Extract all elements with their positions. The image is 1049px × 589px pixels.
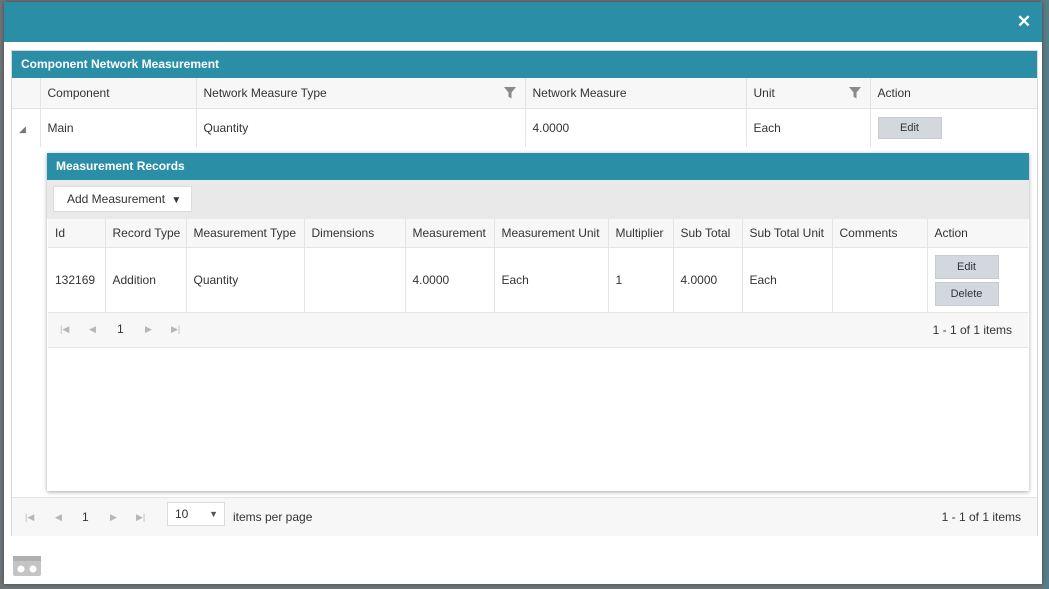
unit-cell: Each — [745, 108, 870, 147]
measurement-cell: 4.0000 — [404, 247, 494, 313]
detail-title: Measurement Records — [47, 153, 1029, 180]
column-header-id[interactable]: Id — [48, 219, 105, 248]
column-header-multiplier[interactable]: Multiplier — [607, 219, 673, 248]
page-size-select[interactable]: 10 ▼ — [167, 502, 225, 526]
column-header-action: Action — [869, 78, 1037, 109]
close-icon[interactable]: ✕ — [1014, 12, 1034, 32]
sub-total-unit-cell: Each — [741, 247, 832, 313]
grid-header-row: Id Record Type Measurement Type Dimensio… — [48, 219, 1028, 248]
edit-button[interactable]: Edit — [934, 254, 999, 279]
component-grid: Component Network Measure Type Network M… — [12, 78, 1037, 147]
component-network-measurement-panel: Component Network Measurement Component … — [11, 50, 1038, 536]
record-type-cell: Addition — [104, 247, 186, 313]
column-header-dimensions[interactable]: Dimensions — [303, 219, 405, 248]
expand-cell[interactable]: ◢ — [12, 109, 40, 148]
page-number[interactable]: 1 — [82, 510, 89, 524]
sub-total-cell: 4.0000 — [672, 247, 742, 313]
detail-toolbar: Add Measurement ▼ — [47, 180, 1029, 219]
last-page-icon[interactable]: ▶| — [136, 512, 145, 523]
pager-info: 1 - 1 of 1 items — [932, 323, 1012, 337]
column-header-component[interactable]: Component — [39, 78, 196, 109]
column-header-network-measure[interactable]: Network Measure — [524, 78, 746, 109]
component-cell: Main — [39, 108, 196, 147]
table-row: ◢ Main Quantity 4.0000 Each Edit — [12, 108, 1037, 148]
first-page-icon[interactable]: |◀ — [60, 324, 69, 335]
column-header-network-measure-type[interactable]: Network Measure Type — [195, 78, 525, 109]
comments-cell — [831, 247, 927, 313]
expand-column-header — [12, 78, 40, 109]
filter-icon[interactable] — [503, 86, 517, 100]
column-header-comments[interactable]: Comments — [831, 219, 927, 248]
measurement-grid-wrapper: Id Record Type Measurement Type Dimensio… — [48, 219, 1028, 348]
multiplier-cell: 1 — [607, 247, 673, 313]
prev-page-icon[interactable]: ◀ — [89, 324, 96, 335]
measurement-grid: Id Record Type Measurement Type Dimensio… — [48, 219, 1028, 313]
edit-button[interactable]: Edit — [877, 117, 942, 139]
caret-down-icon: ▼ — [209, 509, 218, 519]
prev-page-icon[interactable]: ◀ — [55, 512, 62, 523]
first-page-icon[interactable]: |◀ — [25, 512, 34, 523]
caret-down-icon: ▼ — [171, 195, 182, 206]
column-header-record-type[interactable]: Record Type — [104, 219, 186, 248]
column-header-measurement[interactable]: Measurement — [404, 219, 494, 248]
add-measurement-button[interactable]: Add Measurement ▼ — [53, 186, 193, 212]
grid-header-row: Component Network Measure Type Network M… — [12, 78, 1037, 109]
last-page-icon[interactable]: ▶| — [171, 324, 180, 335]
toolbar-icon[interactable] — [12, 555, 42, 577]
column-header-measurement-unit[interactable]: Measurement Unit — [493, 219, 608, 248]
items-per-page-label: items per page — [233, 510, 313, 524]
panel-title: Component Network Measurement — [12, 51, 1037, 78]
network-measure-cell: 4.0000 — [524, 108, 746, 147]
action-cell: Edit — [869, 108, 1037, 147]
measurement-records-panel: Measurement Records Add Measurement ▼ Id… — [47, 153, 1029, 491]
measure-type-cell: Quantity — [195, 108, 525, 147]
dimensions-cell — [303, 247, 405, 313]
detail-pager: |◀ ◀ 1 ▶ ▶| 1 - 1 of 1 items — [48, 313, 1028, 348]
collapse-arrow-icon[interactable]: ◢ — [19, 124, 26, 134]
table-row: 132169 Addition Quantity 4.0000 Each 1 4… — [48, 247, 1028, 313]
column-header-sub-total[interactable]: Sub Total — [672, 219, 742, 248]
outer-pager: |◀ ◀ 1 ▶ ▶| 10 ▼ items per page 1 - 1 of… — [12, 497, 1037, 536]
next-page-icon[interactable]: ▶ — [145, 324, 152, 335]
pager-info: 1 - 1 of 1 items — [941, 510, 1021, 524]
column-header-measurement-type[interactable]: Measurement Type — [185, 219, 304, 248]
page-number[interactable]: 1 — [117, 322, 124, 336]
modal-titlebar: ✕ — [4, 2, 1042, 42]
modal-dialog: ✕ Component Network Measurement Componen… — [4, 2, 1042, 584]
next-page-icon[interactable]: ▶ — [110, 512, 117, 523]
measurement-type-cell: Quantity — [185, 247, 304, 313]
column-header-action: Action — [926, 219, 1028, 248]
measurement-unit-cell: Each — [493, 247, 608, 313]
background-strip — [1043, 0, 1049, 589]
id-cell: 132169 — [48, 247, 105, 313]
action-cell: Edit Delete — [926, 247, 1028, 313]
column-header-unit[interactable]: Unit — [745, 78, 870, 109]
filter-icon[interactable] — [848, 86, 862, 100]
delete-button[interactable]: Delete — [934, 281, 999, 306]
column-header-sub-total-unit[interactable]: Sub Total Unit — [741, 219, 832, 248]
